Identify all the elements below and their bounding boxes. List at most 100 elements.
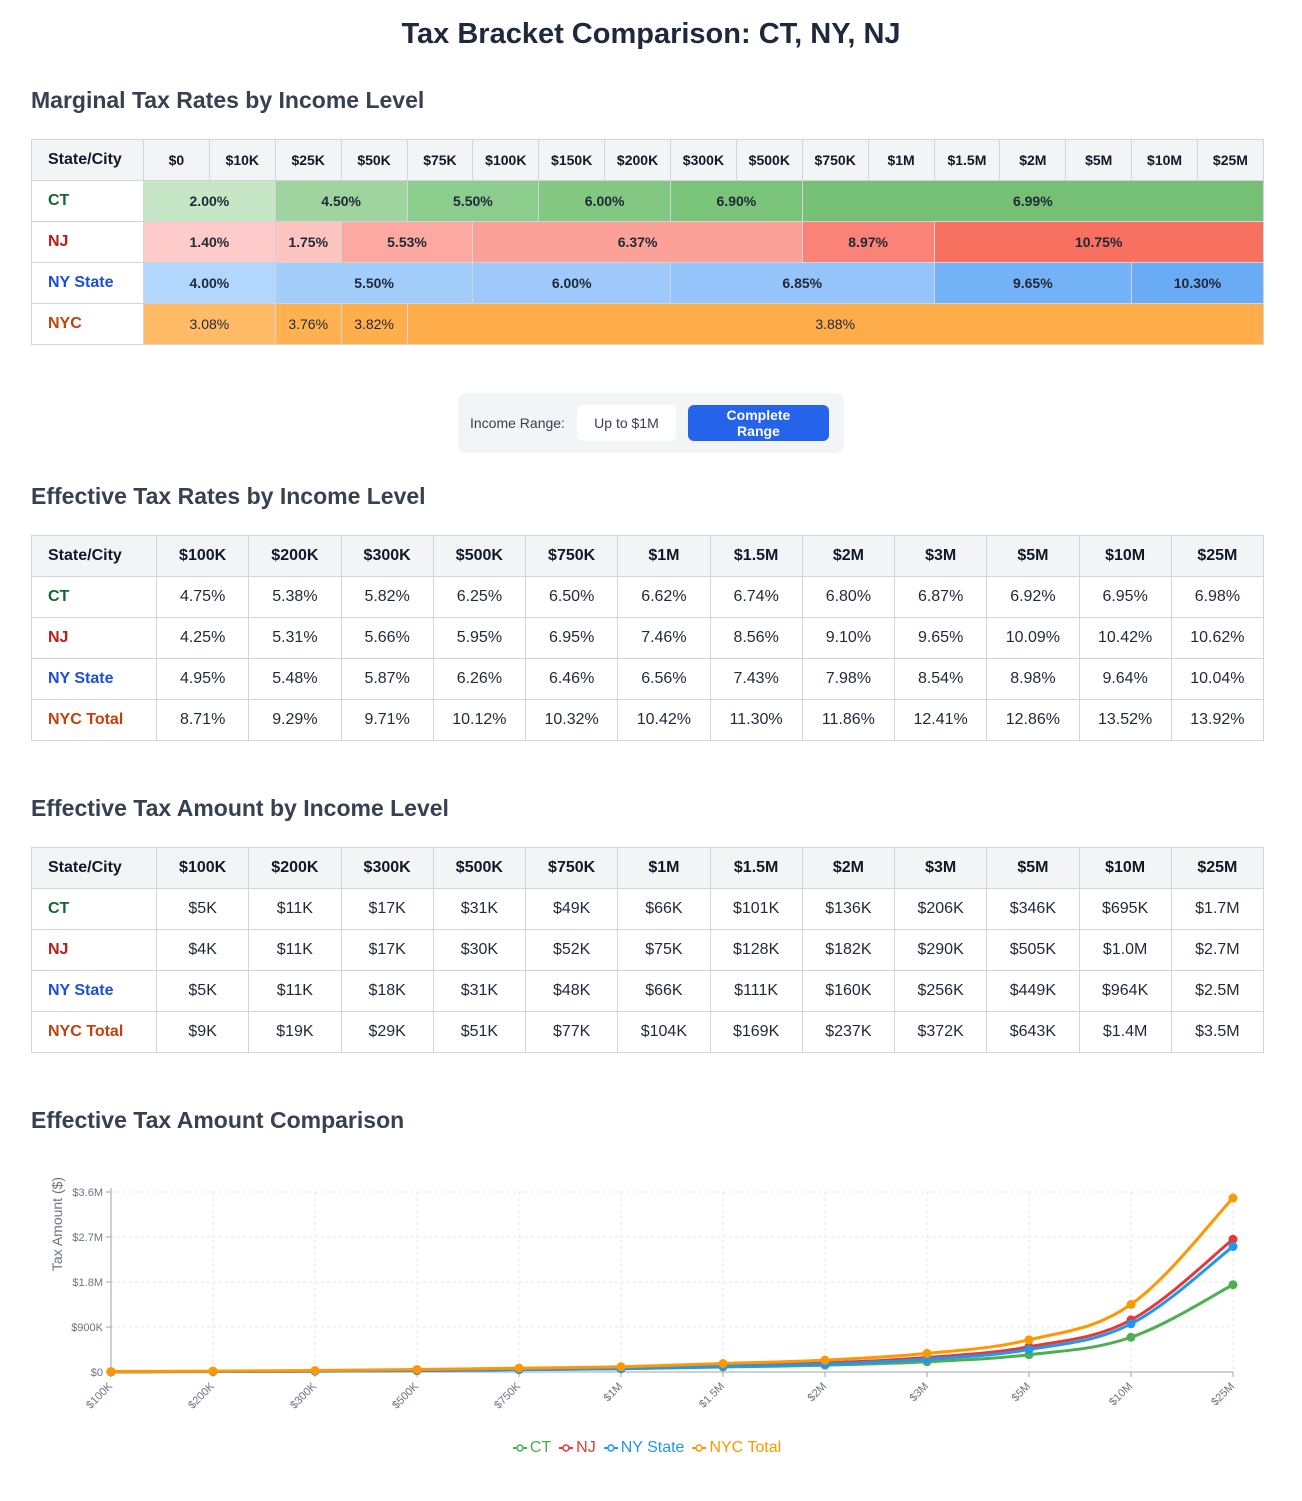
table-cell: 10.42%	[1078, 617, 1172, 659]
income-header: $500K	[432, 847, 527, 889]
rate-band: 3.76%	[274, 303, 342, 345]
state-label: NY State	[31, 658, 157, 700]
up-to-1m-button[interactable]: Up to $1M	[576, 405, 676, 441]
table-cell: $2.5M	[1170, 970, 1265, 1012]
rate-band: 4.00%	[143, 262, 276, 304]
table-cell: $449K	[986, 970, 1080, 1012]
complete-range-button[interactable]: Complete Range	[687, 405, 829, 441]
table-cell: $5K	[155, 888, 250, 930]
table-cell: 5.82%	[340, 576, 434, 618]
table-cell: 6.56%	[617, 658, 711, 700]
rate-band: 10.30%	[1131, 262, 1264, 304]
table-cell: 10.32%	[524, 699, 619, 741]
data-point-ct	[1126, 1332, 1136, 1342]
data-point-ny-state	[1126, 1319, 1136, 1329]
rate-band: 3.88%	[406, 303, 1264, 345]
table-cell: 10.42%	[617, 699, 711, 741]
income-header: $25M	[1170, 847, 1265, 889]
effective-amounts-heading: Effective Tax Amount by Income Level	[31, 795, 449, 821]
y-tick-label: $900K	[71, 1322, 103, 1334]
data-point-nyc-total	[718, 1359, 728, 1369]
x-tick-label: $750K	[492, 1380, 523, 1411]
legend-line-icon	[559, 1444, 574, 1452]
state-label: NY State	[31, 262, 144, 304]
legend-item-nyc-total[interactable]: NYC Total	[692, 1439, 781, 1457]
legend-marker	[695, 1444, 704, 1452]
legend-item-ny-state[interactable]: NY State	[603, 1439, 684, 1457]
table-cell: $31K	[432, 888, 527, 930]
table-cell: 4.75%	[155, 576, 250, 618]
rate-band: 6.00%	[538, 180, 671, 222]
table-cell: 6.80%	[801, 576, 896, 618]
effective-amounts-section: Effective Tax Amount by Income Level Sta…	[31, 793, 1271, 1053]
rate-band: 8.97%	[801, 221, 935, 263]
data-point-nyc-total	[1024, 1335, 1034, 1345]
data-point-nyc-total	[514, 1363, 524, 1373]
data-point-nyc-total	[820, 1355, 830, 1365]
table-cell: $206K	[893, 888, 988, 930]
series-line-ny-state	[110, 1245, 1234, 1374]
series-line-nyc-total	[110, 1196, 1235, 1374]
table-cell: 10.62%	[1170, 617, 1265, 659]
data-point-nyc-total	[616, 1362, 626, 1372]
state-label: NJ	[31, 929, 157, 971]
table-cell: 6.46%	[524, 658, 619, 700]
x-tick-label: $3M	[907, 1380, 931, 1404]
table-cell: $111K	[709, 970, 803, 1012]
threshold-header: $150K	[538, 139, 606, 181]
income-header: $750K	[524, 535, 619, 577]
x-tick-label: $300K	[288, 1380, 319, 1411]
rate-band: 2.00%	[143, 180, 276, 222]
income-header: $300K	[340, 847, 434, 889]
data-point-nyc-total	[208, 1366, 218, 1376]
legend-item-nj[interactable]: NJ	[559, 1439, 596, 1457]
effective-rates-heading: Effective Tax Rates by Income Level	[31, 483, 426, 509]
legend-item-ct[interactable]: CT	[512, 1439, 552, 1457]
data-point-nyc-total	[1228, 1193, 1238, 1203]
rate-band: 10.75%	[933, 221, 1264, 263]
legend-marker	[606, 1444, 615, 1452]
table-row: CT $5K $11K $17K $31K $49K $66K $101K $136K $206K…	[31, 888, 1265, 930]
marginal-row-ct: CT 2.00% 4.50% 5.50% 6.00% 6.90% 6.99%	[31, 180, 1264, 222]
threshold-header: $100K	[472, 139, 540, 181]
table-cell: $51K	[432, 1011, 527, 1053]
data-point-nyc-total	[1126, 1299, 1136, 1309]
rate-band: 9.65%	[933, 262, 1133, 304]
legend-label: NYC Total	[709, 1439, 782, 1456]
state-label: NJ	[31, 617, 157, 659]
marginal-rates-section: Marginal Tax Rates by Income Level State…	[31, 85, 1271, 345]
legend-label: CT	[529, 1439, 552, 1456]
table-cell: $19K	[248, 1011, 342, 1053]
data-point-ny-state	[1024, 1345, 1034, 1355]
table-cell: 8.71%	[155, 699, 250, 741]
table-cell: $1.0M	[1078, 929, 1172, 971]
table-row: NYC Total $9K $19K $29K $51K $77K $104K $169K $2…	[31, 1011, 1265, 1053]
threshold-header: $2M	[999, 139, 1067, 181]
table-cell: $4K	[155, 929, 250, 971]
table-cell: $5K	[155, 970, 250, 1012]
table-cell: 8.54%	[893, 658, 988, 700]
effective-rates-section: Effective Tax Rates by Income Level Stat…	[31, 481, 1271, 741]
data-point-nyc-total	[922, 1348, 932, 1358]
threshold-header: $10M	[1131, 139, 1198, 181]
threshold-header: $200K	[604, 139, 671, 181]
chart-heading: Effective Tax Amount Comparison	[31, 1107, 405, 1133]
legend-label: NJ	[576, 1439, 596, 1456]
table-cell: 13.52%	[1078, 699, 1172, 741]
table-cell: $9K	[155, 1011, 250, 1053]
x-tick-label: $200K	[186, 1380, 217, 1411]
table-cell: $128K	[709, 929, 803, 971]
rate-band: 5.50%	[406, 180, 540, 222]
table-cell: 7.43%	[709, 658, 803, 700]
table-cell: $505K	[986, 929, 1080, 971]
x-tick-label: $100K	[84, 1380, 115, 1411]
table-cell: 6.74%	[709, 576, 803, 618]
income-range-toggle-wrap: Income Range: Up to $1M Complete Range	[31, 393, 1271, 453]
table-cell: 9.29%	[248, 699, 342, 741]
table-row: CT 4.75% 5.38% 5.82% 6.25% 6.50% 6.62% 6.74% 6.8…	[31, 576, 1265, 618]
rate-band: 6.90%	[670, 180, 803, 222]
income-header: $3M	[893, 847, 988, 889]
table-cell: $11K	[248, 888, 342, 930]
threshold-header: $750K	[801, 139, 869, 181]
income-header: $200K	[248, 535, 342, 577]
